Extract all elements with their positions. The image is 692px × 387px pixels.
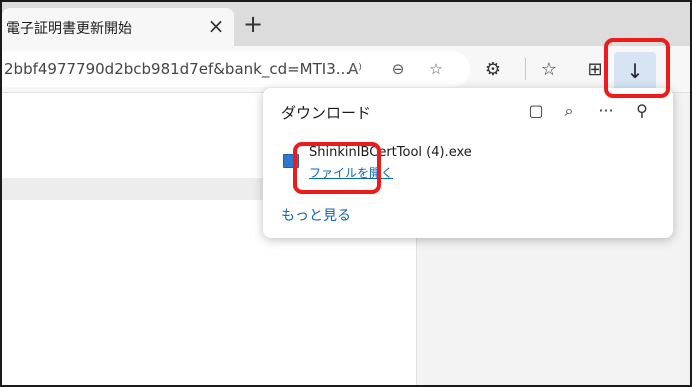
zoom-icon[interactable]: ⊖ bbox=[387, 59, 409, 79]
read-aloud-icon[interactable]: A⁾ bbox=[344, 59, 366, 79]
tab-title: 電子証明書更新開始 bbox=[6, 21, 132, 37]
pin-panel-icon[interactable]: ⚲ bbox=[631, 100, 653, 122]
highlight-downloads-button bbox=[604, 38, 670, 98]
extensions-icon[interactable]: ⚙ bbox=[480, 57, 506, 83]
toolbar-divider bbox=[525, 58, 526, 80]
favorites-icon[interactable]: ☆ bbox=[536, 57, 562, 83]
downloads-panel-title: ダウンロード bbox=[281, 104, 372, 122]
close-tab-icon[interactable]: × bbox=[204, 14, 228, 38]
open-folder-icon[interactable]: ▢ bbox=[525, 100, 547, 122]
highlight-open-file bbox=[293, 142, 381, 194]
tab-strip: 電子証明書更新開始 × + bbox=[0, 0, 692, 46]
see-more-link[interactable]: もっと見る bbox=[281, 205, 351, 225]
new-tab-button[interactable]: + bbox=[240, 12, 266, 38]
address-bar[interactable]: 2bbf4977790d2bcb981d7ef&bank_cd=MTI3... … bbox=[0, 51, 470, 87]
address-url[interactable]: 2bbf4977790d2bcb981d7ef&bank_cd=MTI3... bbox=[4, 60, 350, 78]
more-options-icon[interactable]: ··· bbox=[595, 100, 617, 122]
search-downloads-icon[interactable]: ⌕ bbox=[558, 100, 580, 122]
add-favorite-icon[interactable]: ☆ bbox=[425, 59, 447, 79]
browser-tab[interactable]: 電子証明書更新開始 × bbox=[2, 8, 234, 46]
